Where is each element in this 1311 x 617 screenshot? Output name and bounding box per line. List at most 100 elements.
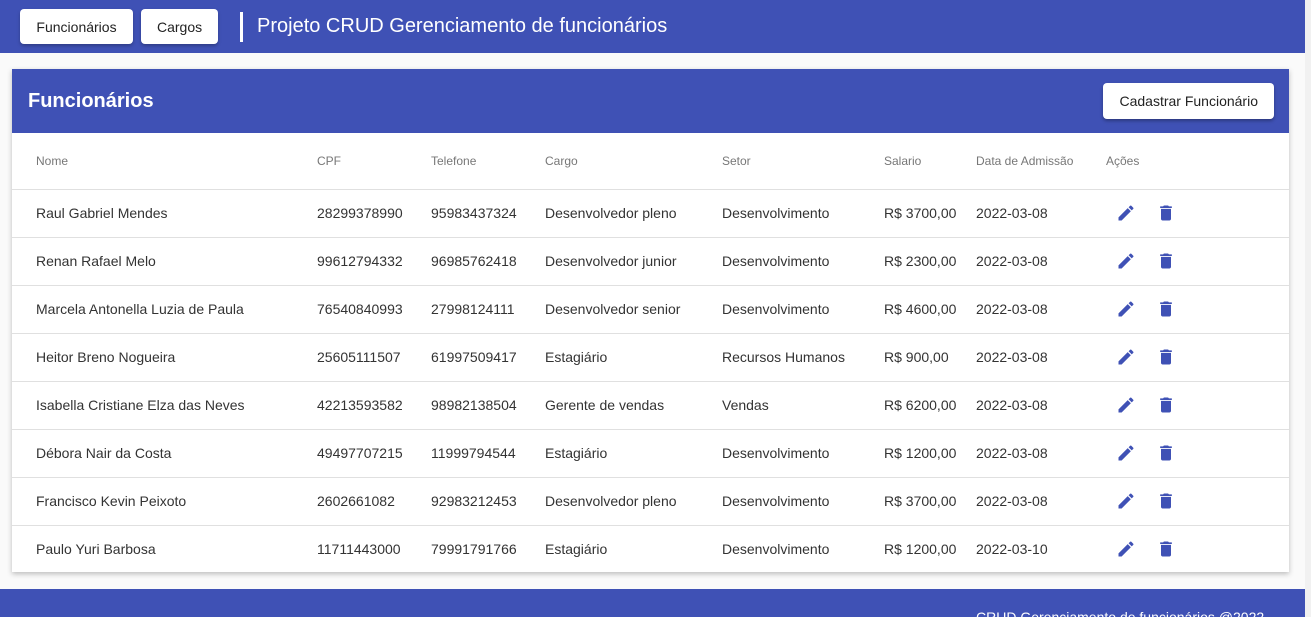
table-row: Débora Nair da Costa 49497707215 1199979… [12, 429, 1289, 478]
cell-cpf: 2602661082 [317, 477, 431, 526]
cell-data-admissao: 2022-03-10 [976, 541, 1048, 558]
cell-telefone: 95983437324 [431, 189, 545, 238]
cell-setor: Desenvolvimento [722, 189, 884, 238]
header-setor[interactable]: Setor [722, 133, 884, 190]
cell-cpf: 49497707215 [317, 429, 431, 478]
cell-cargo: Gerente de vendas [545, 381, 722, 430]
cell-acoes [1106, 333, 1289, 382]
delete-trash-icon[interactable] [1155, 442, 1177, 464]
cell-nome: Heitor Breno Nogueira [12, 333, 317, 382]
cell-data-admissao: 2022-03-08 [976, 477, 1106, 526]
table-row: Isabella Cristiane Elza das Neves 422135… [12, 381, 1289, 430]
cell-acoes [1106, 477, 1289, 526]
cell-telefone: 79991791766 [431, 541, 517, 558]
cell-setor: Desenvolvimento [722, 477, 884, 526]
cell-cpf: 99612794332 [317, 237, 431, 286]
edit-pencil-icon[interactable] [1115, 202, 1137, 224]
cell-nome: Marcela Antonella Luzia de Paula [12, 285, 317, 334]
window-scrollbar[interactable] [1305, 0, 1311, 617]
cell-salario: R$ 6200,00 [884, 381, 976, 430]
cell-nome: Francisco Kevin Peixoto [12, 477, 317, 526]
cell-setor: Desenvolvimento [722, 237, 884, 286]
cell-telefone: 96985762418 [431, 237, 545, 286]
header-acoes: Ações [1106, 133, 1289, 190]
cell-salario: R$ 4600,00 [884, 285, 976, 334]
cell-data-admissao: 2022-03-08 [976, 189, 1106, 238]
footer-text: CRUD Gerenciamento de funcionários @2022 [976, 609, 1265, 617]
cell-acoes [1106, 189, 1289, 238]
add-employee-button[interactable]: Cadastrar Funcionário [1103, 83, 1274, 119]
table-row: Paulo Yuri Barbosa 11711443000 799917917… [12, 525, 1289, 573]
edit-pencil-icon[interactable] [1115, 346, 1137, 368]
cell-nome: Débora Nair da Costa [12, 429, 317, 478]
cell-salario: R$ 2300,00 [884, 237, 976, 286]
header-nome[interactable]: Nome [12, 133, 317, 190]
cell-nome: Renan Rafael Melo [12, 237, 317, 286]
cell-acoes [1106, 237, 1289, 286]
nav-cargos-button[interactable]: Cargos [141, 9, 218, 44]
header-cargo[interactable]: Cargo [545, 133, 722, 190]
nav-funcionarios-button[interactable]: Funcionários [20, 9, 133, 44]
table-row: Heitor Breno Nogueira 25605111507 619975… [12, 333, 1289, 382]
cell-cargo: Estagiário [545, 429, 722, 478]
cell-telefone: 27998124111 [431, 285, 545, 334]
cell-setor: Recursos Humanos [722, 333, 884, 382]
cell-setor: Desenvolvimento [722, 541, 830, 558]
edit-pencil-icon[interactable] [1115, 298, 1137, 320]
cell-cpf: 11711443000 [317, 541, 401, 558]
table-row: Marcela Antonella Luzia de Paula 7654084… [12, 285, 1289, 334]
edit-pencil-icon[interactable] [1115, 538, 1137, 560]
delete-trash-icon[interactable] [1155, 538, 1177, 560]
cell-nome: Raul Gabriel Mendes [12, 189, 317, 238]
cell-salario: R$ 1200,00 [884, 429, 976, 478]
cell-data-admissao: 2022-03-08 [976, 333, 1106, 382]
navbar-divider [240, 11, 243, 42]
cell-cpf: 28299378990 [317, 189, 431, 238]
cell-acoes [1106, 285, 1289, 334]
cell-acoes [1106, 381, 1289, 430]
delete-trash-icon[interactable] [1155, 250, 1177, 272]
edit-pencil-icon[interactable] [1115, 394, 1137, 416]
edit-pencil-icon[interactable] [1115, 250, 1137, 272]
card-title: Funcionários [28, 89, 154, 112]
cell-telefone: 92983212453 [431, 477, 545, 526]
cell-cargo: Desenvolvedor senior [545, 285, 722, 334]
cell-data-admissao: 2022-03-08 [976, 429, 1106, 478]
header-cpf[interactable]: CPF [317, 133, 431, 190]
cell-salario: R$ 3700,00 [884, 189, 976, 238]
cell-cargo: Estagiário [545, 541, 608, 558]
cell-salario: R$ 1200,00 [884, 541, 957, 558]
cell-telefone: 11999794544 [431, 429, 545, 478]
app-title: Projeto CRUD Gerenciamento de funcionári… [257, 15, 668, 37]
header-salario[interactable]: Salario [884, 133, 976, 190]
footer: CRUD Gerenciamento de funcionários @2022 [0, 589, 1305, 617]
edit-pencil-icon[interactable] [1115, 490, 1137, 512]
delete-trash-icon[interactable] [1155, 202, 1177, 224]
cell-setor: Desenvolvimento [722, 285, 884, 334]
cell-cargo: Desenvolvedor pleno [545, 189, 722, 238]
delete-trash-icon[interactable] [1155, 346, 1177, 368]
cell-cargo: Desenvolvedor junior [545, 237, 722, 286]
delete-trash-icon[interactable] [1155, 490, 1177, 512]
cell-setor: Desenvolvimento [722, 429, 884, 478]
header-data-admissao[interactable]: Data de Admissão [976, 133, 1106, 190]
cell-salario: R$ 900,00 [884, 333, 976, 382]
delete-trash-icon[interactable] [1155, 394, 1177, 416]
edit-pencil-icon[interactable] [1115, 442, 1137, 464]
cell-telefone: 61997509417 [431, 333, 545, 382]
cell-cpf: 76540840993 [317, 285, 431, 334]
employees-table: Nome CPF Telefone Cargo Setor Salario Da… [12, 133, 1289, 573]
cell-nome: Isabella Cristiane Elza das Neves [12, 381, 317, 430]
table-row: Renan Rafael Melo 99612794332 9698576241… [12, 237, 1289, 286]
table-row: Raul Gabriel Mendes 28299378990 95983437… [12, 189, 1289, 238]
header-telefone[interactable]: Telefone [431, 133, 545, 190]
card-header: Funcionários Cadastrar Funcionário [12, 69, 1289, 133]
table-header-row: Nome CPF Telefone Cargo Setor Salario Da… [12, 133, 1289, 190]
cell-cargo: Desenvolvedor pleno [545, 477, 722, 526]
cell-acoes [1106, 525, 1289, 573]
table-row: Francisco Kevin Peixoto 2602661082 92983… [12, 477, 1289, 526]
delete-trash-icon[interactable] [1155, 298, 1177, 320]
employees-card: Funcionários Cadastrar Funcionário Nome … [12, 69, 1289, 572]
cell-data-admissao: 2022-03-08 [976, 381, 1106, 430]
cell-nome: Paulo Yuri Barbosa [36, 541, 156, 558]
